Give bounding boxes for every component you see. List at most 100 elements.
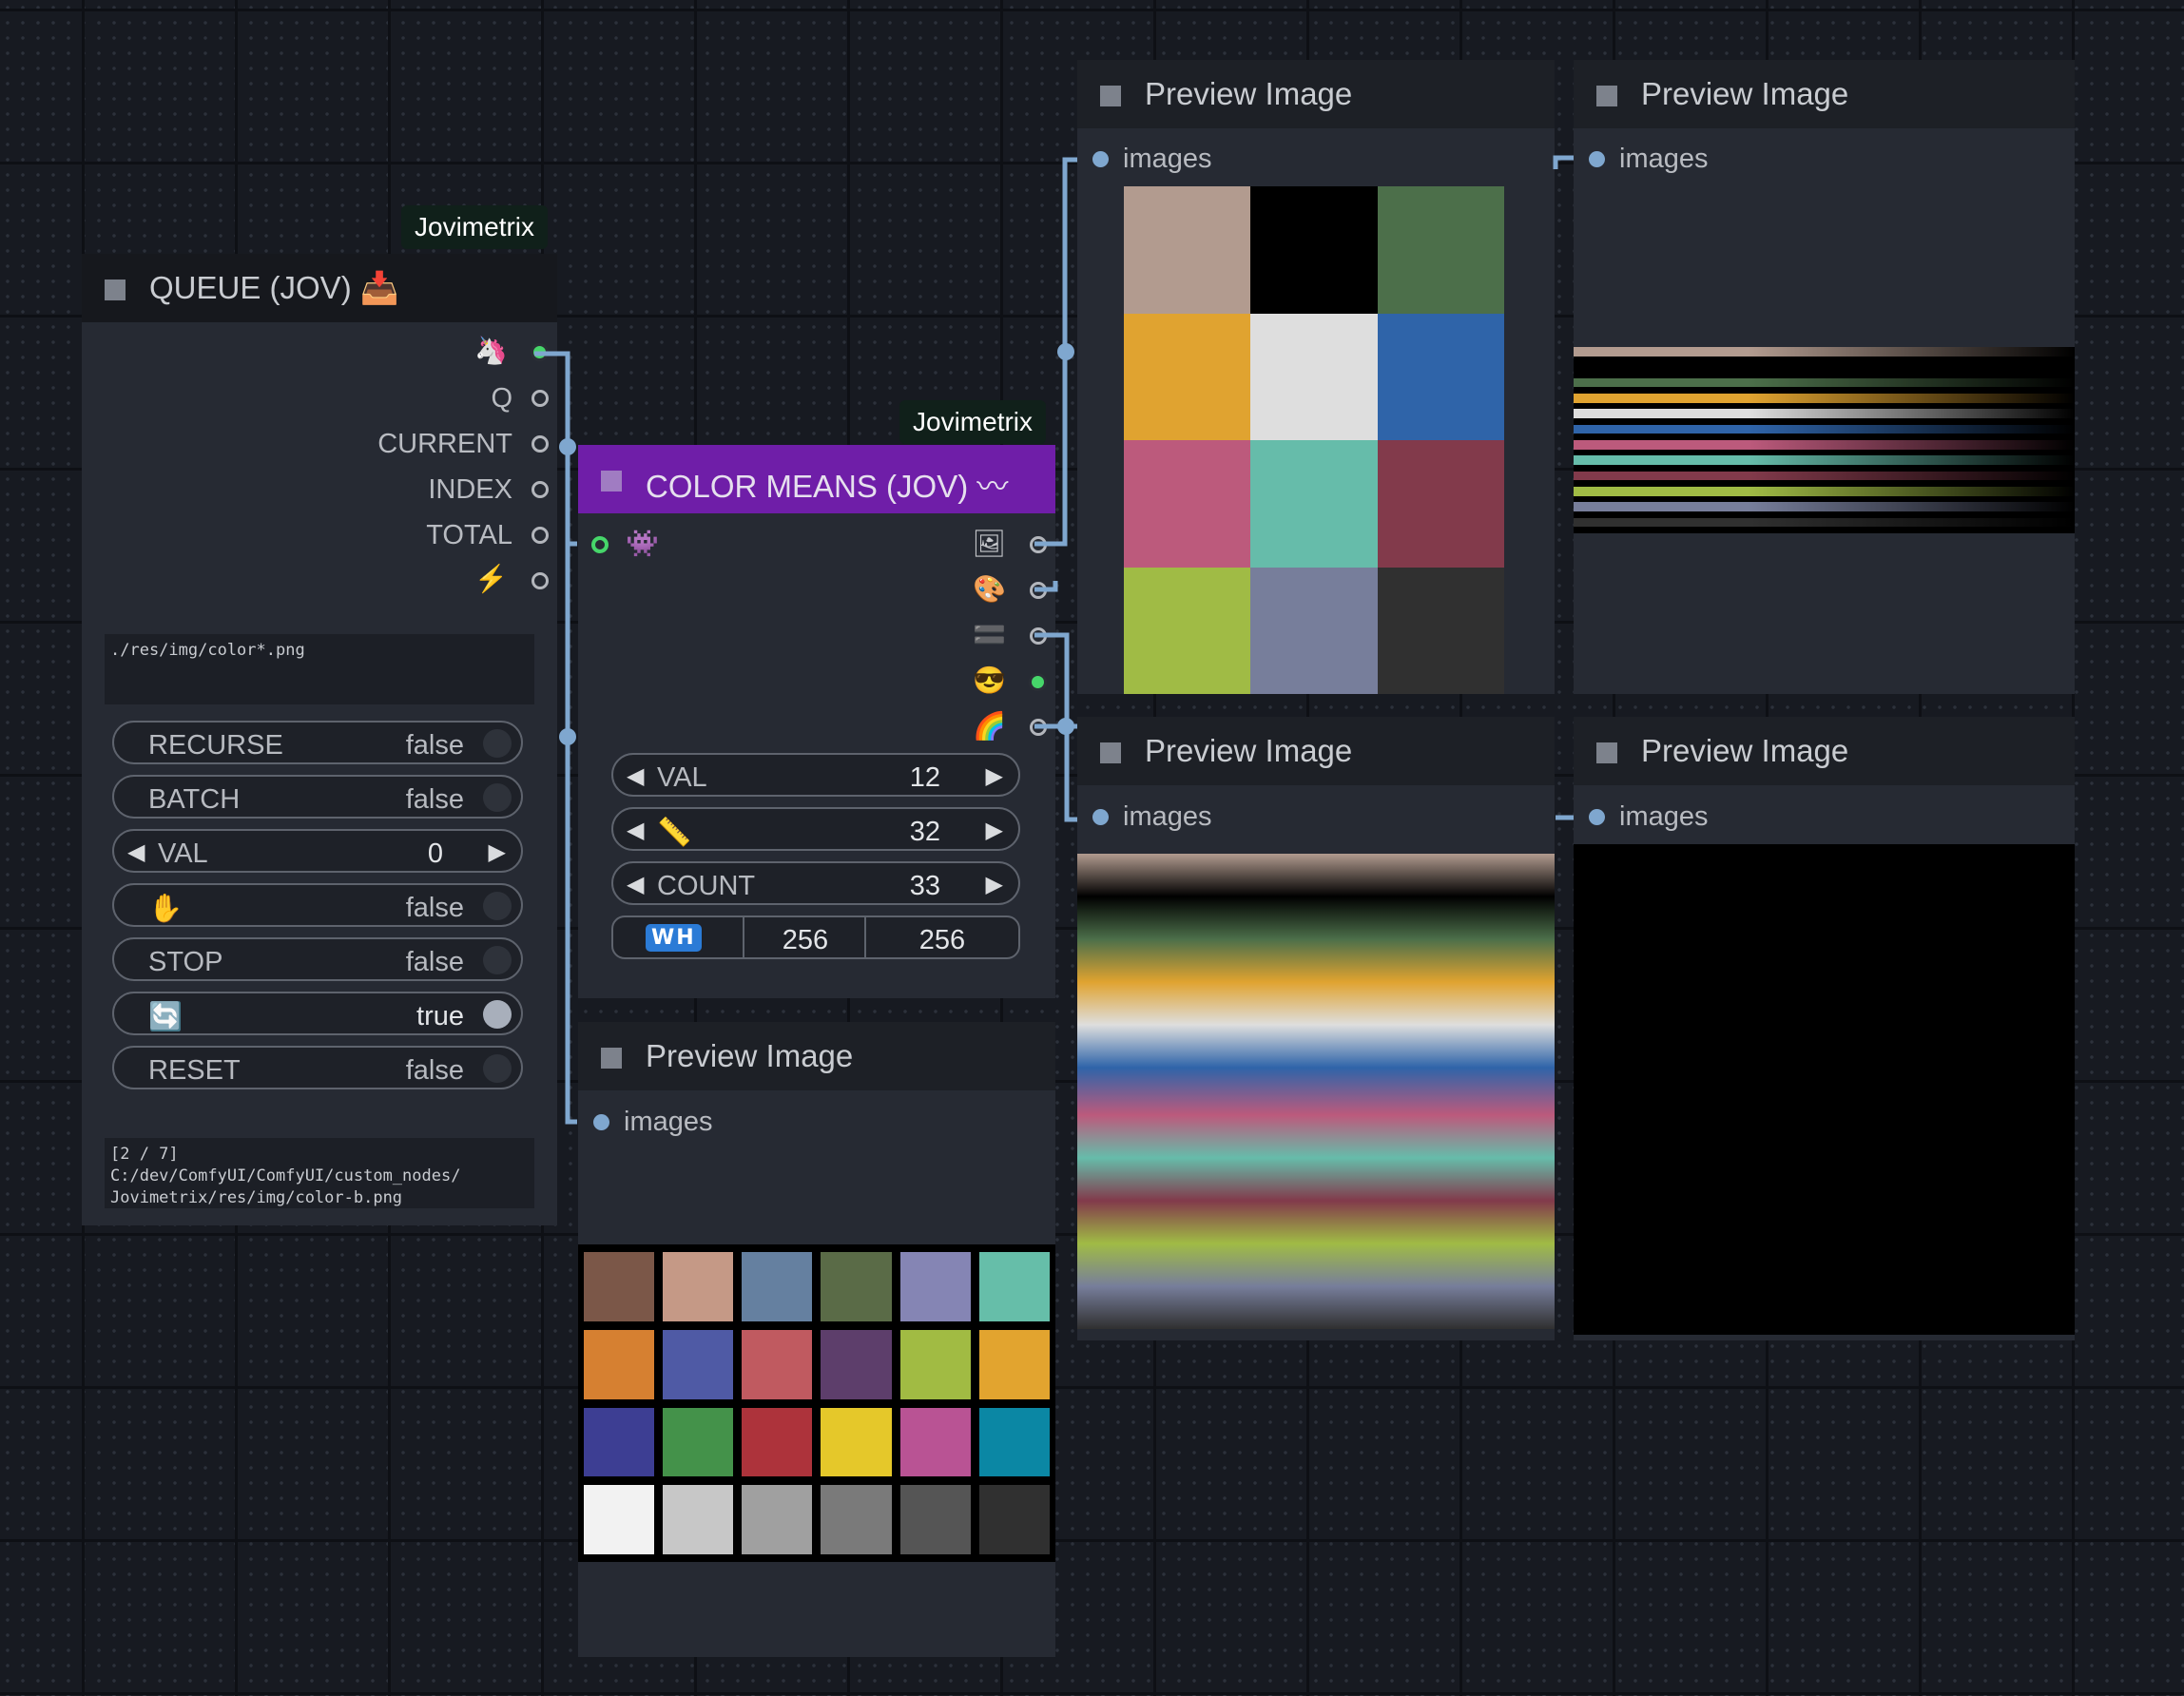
node-badge-queue: Jovimetrix — [401, 205, 549, 249]
input-label-images: images — [1123, 801, 1212, 832]
toggle-knob — [483, 892, 512, 920]
color-swatch — [663, 1485, 734, 1554]
color-swatch — [584, 1252, 655, 1321]
width-field[interactable]: 256 — [743, 917, 866, 957]
preview-node-header[interactable]: Preview Image — [578, 1022, 1055, 1090]
increment-arrow-icon[interactable]: ▶ — [986, 871, 1003, 898]
output-slot-palette[interactable] — [1030, 582, 1047, 599]
color-swatch — [978, 1407, 1050, 1477]
color-swatch — [899, 1407, 971, 1477]
input-label-images: images — [1619, 801, 1709, 832]
hold-toggle[interactable]: ✋ false — [112, 883, 523, 927]
preview-node-header[interactable]: Preview Image — [1077, 60, 1555, 128]
output-slot-index[interactable] — [532, 481, 549, 498]
height-field[interactable]: 256 — [864, 917, 1018, 957]
wire-reroute-dot — [1057, 718, 1074, 735]
input-slot-images[interactable] — [1589, 151, 1605, 167]
preview-image-node[interactable]: Preview Image images — [1574, 60, 2075, 694]
input-slot-images[interactable] — [1092, 151, 1109, 167]
reset-value: false — [405, 1055, 464, 1086]
val-number-widget[interactable]: ◀ VAL 12 ▶ — [611, 753, 1020, 797]
output-slot-rainbow[interactable] — [1030, 719, 1047, 736]
collapse-toggle[interactable] — [1596, 742, 1617, 763]
ruler-icon: 📏 — [657, 818, 692, 848]
input-slot-images[interactable] — [593, 1114, 609, 1130]
increment-arrow-icon[interactable]: ▶ — [986, 817, 1003, 844]
collapse-toggle[interactable] — [1596, 86, 1617, 106]
output-slot-q[interactable] — [532, 390, 549, 407]
preview-node-header[interactable]: Preview Image — [1574, 60, 2075, 128]
color-stripe — [1574, 394, 2075, 403]
toggle-knob — [483, 783, 512, 812]
output-label-q: Q — [491, 383, 512, 414]
val-label: VAL — [657, 762, 707, 793]
count-label: COUNT — [657, 871, 756, 901]
recurse-toggle[interactable]: RECURSE false — [112, 721, 523, 764]
status-text: [2 / 7] C:/dev/ComfyUI/ComfyUI/custom_no… — [105, 1138, 534, 1208]
val-value: 0 — [427, 838, 443, 869]
decrement-arrow-icon[interactable]: ◀ — [627, 871, 644, 898]
wh-size-widget[interactable]: WH 256 256 — [611, 915, 1020, 959]
output-slot-total[interactable] — [532, 527, 549, 544]
color-swatch — [663, 1407, 734, 1477]
color-means-node-header[interactable]: COLOR MEANS (JOV) 〰 — [578, 445, 1055, 513]
input-slot-images[interactable] — [1092, 809, 1109, 825]
color-swatch — [1124, 440, 1251, 568]
color-means-node[interactable]: COLOR MEANS (JOV) 〰 👾 🖼 🎨 🟰 😎 🌈 ◀ VAL 12… — [578, 445, 1055, 998]
preview-image-node[interactable]: Preview Image images — [1077, 60, 1555, 694]
color-swatch — [1124, 186, 1251, 314]
output-slot-image[interactable] — [1030, 536, 1047, 553]
val-number-widget[interactable]: ◀ VAL 0 ▶ — [112, 829, 523, 873]
collapse-toggle[interactable] — [1100, 742, 1121, 763]
decrement-arrow-icon[interactable]: ◀ — [627, 762, 644, 790]
preview-node-header[interactable]: Preview Image — [1574, 717, 2075, 785]
preview-node-header[interactable]: Preview Image — [1077, 717, 1555, 785]
color-swatch — [584, 1485, 655, 1554]
loop-toggle[interactable]: 🔄 true — [112, 992, 523, 1035]
preview-image-node[interactable]: Preview Image images — [1077, 717, 1555, 1340]
reset-toggle[interactable]: RESET false — [112, 1046, 523, 1089]
color-stripe — [1574, 471, 2075, 481]
color-swatch — [1377, 186, 1504, 314]
count-number-widget[interactable]: ◀ COUNT 33 ▶ — [611, 861, 1020, 905]
batch-toggle[interactable]: BATCH false — [112, 775, 523, 819]
color-swatch — [663, 1252, 734, 1321]
collapse-toggle[interactable] — [105, 279, 126, 300]
node-title: Preview Image — [1641, 76, 1849, 111]
output-slot-trigger[interactable] — [532, 572, 549, 589]
output-slot-bars[interactable] — [1030, 627, 1047, 645]
collapse-toggle[interactable] — [601, 471, 622, 491]
increment-arrow-icon[interactable]: ▶ — [489, 838, 506, 866]
color-swatch — [742, 1252, 813, 1321]
stop-toggle[interactable]: STOP false — [112, 937, 523, 981]
preview-image-node[interactable]: Preview Image images — [578, 1022, 1055, 1657]
preview-image-node[interactable]: Preview Image images — [1574, 717, 2075, 1340]
collapse-toggle[interactable] — [601, 1048, 622, 1069]
path-input[interactable]: ./res/img/color*.png — [105, 634, 534, 704]
queue-node-header[interactable]: QUEUE (JOV) 📥 — [82, 254, 557, 322]
decrement-arrow-icon[interactable]: ◀ — [127, 838, 145, 866]
color-swatch — [978, 1252, 1050, 1321]
unicorn-icon: 🦄 — [474, 336, 508, 365]
val-label: VAL — [158, 838, 208, 869]
lightning-icon: ⚡ — [474, 564, 508, 593]
color-swatch — [1250, 567, 1378, 694]
palette-icon: 🎨 — [973, 574, 1006, 604]
queue-node[interactable]: QUEUE (JOV) 📥 🦄 Q CURRENT INDEX TOTAL ⚡ … — [82, 254, 557, 1225]
node-badge-color-means: Jovimetrix — [899, 400, 1047, 444]
input-slot-image[interactable] — [591, 536, 609, 553]
color-swatch — [1377, 567, 1504, 694]
output-slot-image[interactable] — [531, 343, 549, 361]
hand-icon: ✋ — [148, 894, 184, 924]
wh-icon: WH — [646, 924, 702, 952]
ruler-number-widget[interactable]: ◀ 📏 32 ▶ — [611, 807, 1020, 851]
decrement-arrow-icon[interactable]: ◀ — [627, 817, 644, 844]
wire-reroute-dot — [559, 438, 576, 455]
output-slot-current[interactable] — [532, 435, 549, 453]
stop-value: false — [405, 947, 464, 977]
collapse-toggle[interactable] — [1100, 86, 1121, 106]
increment-arrow-icon[interactable]: ▶ — [986, 762, 1003, 790]
input-slot-images[interactable] — [1589, 809, 1605, 825]
color-stripe — [1574, 377, 2075, 388]
output-slot-sunglasses[interactable] — [1029, 673, 1047, 691]
